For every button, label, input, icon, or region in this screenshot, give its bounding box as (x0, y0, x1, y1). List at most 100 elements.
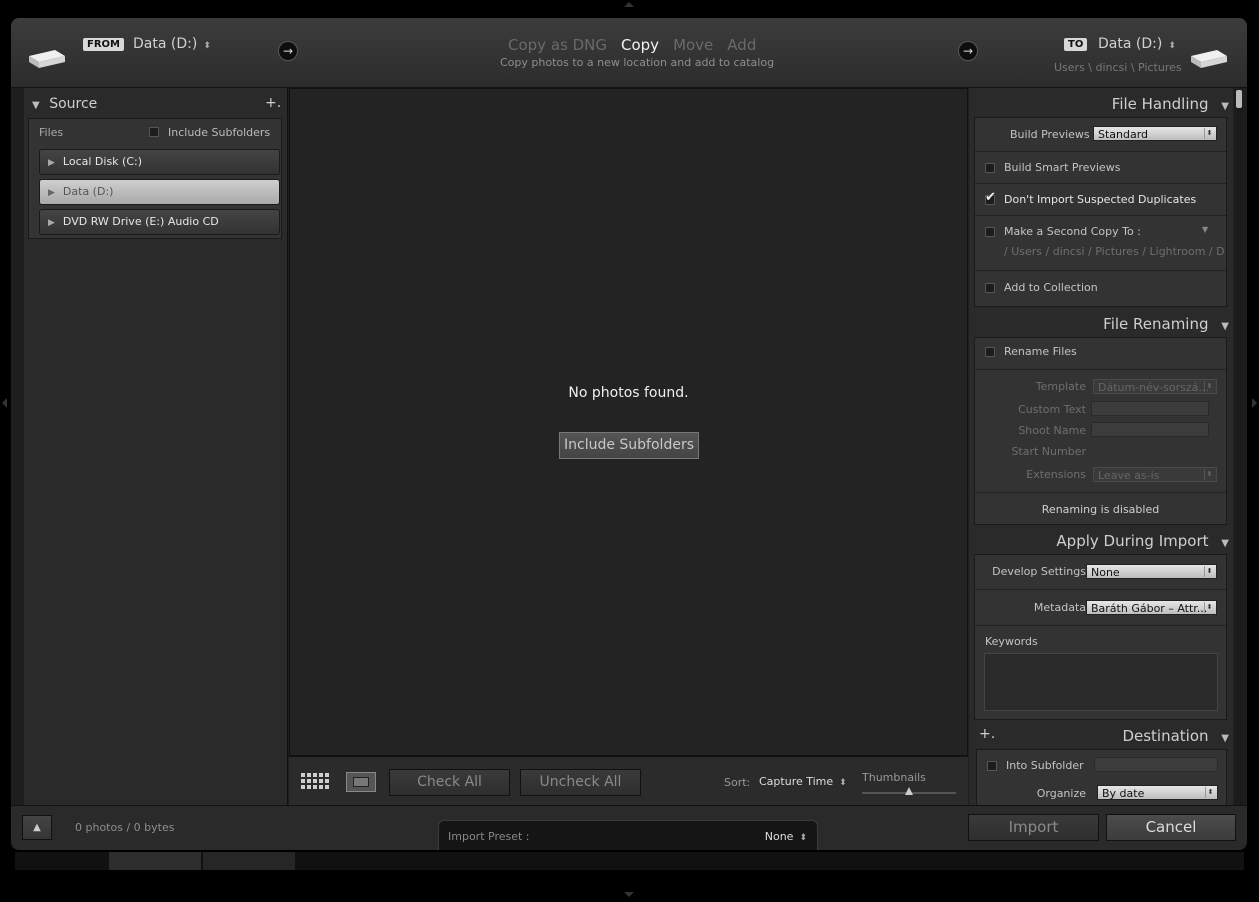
extensions-select[interactable]: Leave as-is ⬍ (1093, 467, 1217, 482)
subfolder-name-field[interactable] (1094, 757, 1218, 772)
renaming-disabled-note-bar: Renaming is disabled (975, 492, 1226, 525)
develop-settings-select[interactable]: None ⬍ (1086, 564, 1217, 579)
import-preset-bar[interactable]: Import Preset : None ⬍ (438, 820, 818, 850)
apply-during-import-header[interactable]: Apply During Import ▼ (1056, 532, 1229, 550)
mode-tab-add[interactable]: Add (727, 36, 756, 54)
rename-files-checkbox[interactable] (985, 347, 995, 357)
source-volume-label: Data (D:) (62, 185, 114, 198)
source-drive-icon[interactable] (25, 48, 67, 70)
second-copy-checkbox[interactable] (985, 227, 995, 237)
updown-icon: ⬍ (1204, 602, 1214, 613)
import-preset-value-text: None (764, 830, 794, 843)
expand-up-icon: ▲ (33, 822, 41, 833)
include-subfolders-checkbox[interactable] (149, 127, 159, 137)
settings-scrollbar-thumb[interactable] (1236, 90, 1242, 108)
develop-settings-label: Develop Settings (992, 565, 1086, 578)
add-destination-icon[interactable]: +. (979, 726, 995, 742)
empty-message: No photos found. (568, 385, 689, 401)
import-preset-value: None ⬍ (765, 830, 807, 843)
build-smart-previews-label: Build Smart Previews (1004, 161, 1121, 174)
custom-text-label: Custom Text (1018, 403, 1086, 416)
add-to-collection-checkbox[interactable] (985, 283, 995, 293)
expand-triangle-icon[interactable]: ▶ (48, 188, 55, 198)
check-all-button[interactable]: Check All (389, 769, 510, 796)
destination-header[interactable]: Destination ▼ (1122, 727, 1229, 745)
shoot-name-field[interactable] (1091, 422, 1209, 437)
into-subfolder-checkbox[interactable] (987, 761, 997, 771)
import-header: FROM Data (D:) ⬍ → Copy as DNG Copy Move Add… (11, 18, 1247, 88)
file-renaming-header[interactable]: File Renaming ▼ (1103, 315, 1229, 333)
mode-description: Copy photos to a new location and add to… (500, 56, 775, 69)
file-handling-header[interactable]: File Handling ▼ (1112, 95, 1229, 113)
updown-icon: ⬍ (1205, 787, 1215, 798)
add-source-icon[interactable]: +. (265, 95, 281, 111)
right-edge-arrow[interactable] (1252, 398, 1257, 408)
build-previews-select[interactable]: Standard ⬍ (1093, 126, 1217, 141)
uncheck-all-button[interactable]: Uncheck All (520, 769, 641, 796)
metadata-value: Baráth Gábor – Attr... (1091, 602, 1208, 615)
updown-icon: ⬍ (1168, 41, 1176, 51)
source-panel: ▼ Source +. Files Include Subfolders ▶ Lo… (24, 88, 288, 805)
source-title: Source (49, 96, 98, 112)
grid-view-icon[interactable] (301, 773, 331, 791)
updown-icon: ⬍ (1204, 128, 1214, 139)
files-section: Files Include Subfolders ▶ Local Disk (C:… (28, 118, 282, 239)
metadata-row: Metadata Baráth Gábor – Attr... ⬍ (975, 590, 1226, 626)
import-dialog: FROM Data (D:) ⬍ → Copy as DNG Copy Move Add… (11, 18, 1247, 850)
include-subfolders-button[interactable]: Include Subfolders (559, 432, 699, 459)
import-preset-label: Import Preset : (448, 830, 530, 843)
file-handling-title: File Handling (1111, 95, 1209, 113)
filmstrip-strip (15, 852, 1244, 870)
dont-import-duplicates-label: Don't Import Suspected Duplicates (1004, 193, 1197, 206)
updown-icon: ⬍ (799, 833, 807, 843)
cancel-button[interactable]: Cancel (1106, 814, 1236, 841)
source-volume-item[interactable]: ▶ Data (D:) (39, 179, 280, 205)
photo-grid: No photos found. Include Subfolders (289, 88, 968, 756)
destination-arrow-button[interactable]: → (958, 41, 978, 61)
build-smart-previews-checkbox[interactable] (985, 163, 995, 173)
organize-select[interactable]: By date ⬍ (1097, 785, 1218, 800)
left-edge-arrow[interactable] (2, 398, 7, 408)
build-smart-previews-row: Build Smart Previews (975, 152, 1226, 184)
import-mode-tabs: Copy as DNG Copy Move Add (508, 36, 770, 54)
thumbnails-label: Thumbnails (862, 771, 926, 784)
top-edge-arrow[interactable] (624, 2, 634, 7)
keywords-label: Keywords (985, 635, 1038, 648)
source-volume-selector[interactable]: Data (D:) ⬍ (133, 36, 211, 52)
source-arrow-button[interactable]: → (278, 41, 298, 61)
filmstrip-tab-2[interactable] (203, 852, 295, 870)
mode-tab-move[interactable]: Move (673, 36, 713, 54)
second-copy-dropdown-icon[interactable]: ▼ (1202, 225, 1208, 234)
settings-scrollbar[interactable] (1235, 90, 1243, 805)
settings-panel: File Handling ▼ Build Previews Standard ⬍… (969, 88, 1233, 805)
mode-tab-copy-as-dng[interactable]: Copy as DNG (508, 36, 607, 54)
template-select[interactable]: Dátum-név-sorszá... ⬍ (1093, 379, 1217, 394)
sort-selector[interactable]: Capture Time ⬍ (759, 775, 847, 788)
develop-settings-row: Develop Settings None ⬍ (975, 555, 1226, 590)
files-label: Files (39, 126, 64, 139)
expand-button[interactable]: ▲ (22, 815, 52, 840)
source-volume-item[interactable]: ▶ Local Disk (C:) (39, 149, 280, 175)
bottom-edge-arrow[interactable] (624, 892, 634, 897)
source-header[interactable]: ▼ Source (32, 96, 97, 112)
updown-icon: ⬍ (1204, 381, 1214, 392)
expand-triangle-icon[interactable]: ▶ (48, 158, 55, 168)
destination-drive-icon[interactable] (1189, 48, 1231, 70)
build-previews-label: Build Previews (1010, 128, 1090, 141)
mode-tab-copy[interactable]: Copy (621, 36, 659, 54)
second-copy-row: Make a Second Copy To : ▼ / Users / dinc… (975, 216, 1226, 271)
renaming-disabled-note: Renaming is disabled (1041, 503, 1160, 516)
keywords-field[interactable] (984, 653, 1218, 711)
loupe-view-icon[interactable] (346, 772, 376, 792)
source-volume-item[interactable]: ▶ DVD RW Drive (E:) Audio CD (39, 209, 280, 235)
destination-volume-selector[interactable]: Data (D:) ⬍ (1098, 36, 1176, 52)
metadata-select[interactable]: Baráth Gábor – Attr... ⬍ (1086, 600, 1217, 615)
thumbnail-slider-handle[interactable] (905, 787, 913, 795)
start-number-label: Start Number (1011, 445, 1086, 458)
photo-summary: 0 photos / 0 bytes (75, 821, 175, 834)
source-volume-label: Local Disk (C:) (62, 155, 143, 168)
filmstrip-tab-1[interactable] (109, 852, 201, 870)
expand-triangle-icon[interactable]: ▶ (48, 218, 55, 228)
custom-text-field[interactable] (1091, 401, 1209, 416)
import-button[interactable]: Import (968, 814, 1099, 841)
